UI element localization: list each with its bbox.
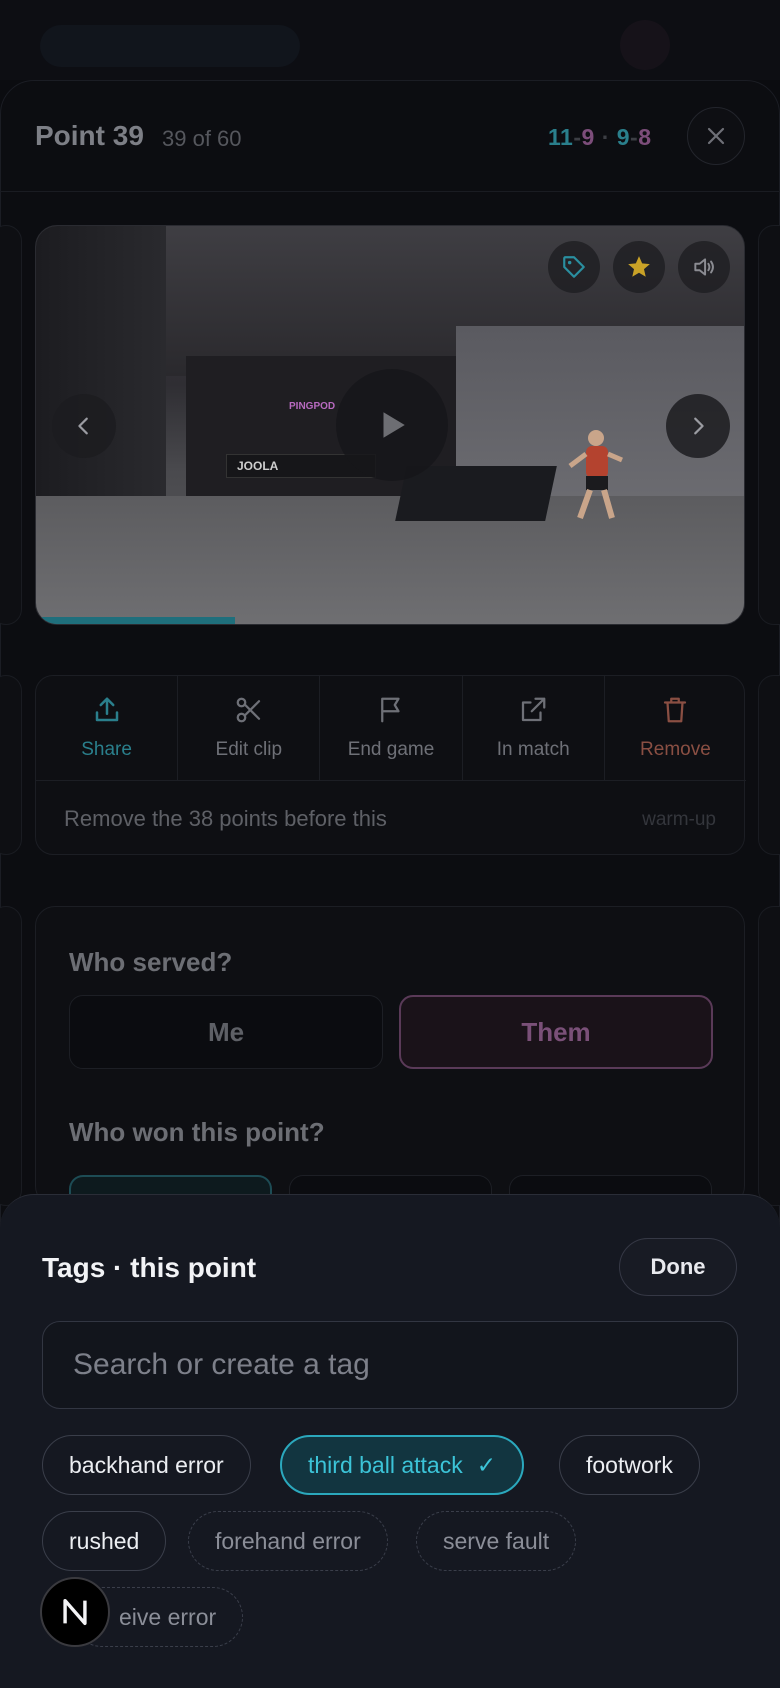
tag-chip-forehand-error[interactable]: forehand error <box>188 1511 388 1571</box>
tag-chip-third-ball-attack[interactable]: third ball attack ✓ <box>280 1435 524 1495</box>
next-point-peek <box>758 225 780 625</box>
video-sign: PINGPOD <box>289 401 336 412</box>
blurred-avatar <box>620 20 670 70</box>
point-video[interactable]: PINGPOD JOOLA <box>35 225 745 625</box>
prev-form-peek <box>0 906 22 1206</box>
score-game2-me: 9 <box>616 124 631 150</box>
served-me-option[interactable]: Me <box>69 995 383 1069</box>
trash-icon <box>664 697 687 723</box>
app-badge[interactable] <box>40 1577 110 1647</box>
warm-up-tag: warm-up <box>642 809 716 830</box>
tags-sheet: Tags · this point Done backhand error th… <box>0 1194 780 1688</box>
prev-actions-peek <box>0 675 22 855</box>
n-logo-icon <box>63 1598 87 1626</box>
external-link-icon <box>522 697 546 722</box>
video-progress-fill <box>36 617 235 624</box>
remove-button[interactable]: Remove <box>605 676 746 780</box>
favorite-button[interactable] <box>613 241 665 293</box>
chevron-right-icon <box>694 417 704 435</box>
tag-button[interactable] <box>548 241 600 293</box>
tags-sheet-title: Tags · this point <box>42 1252 257 1283</box>
in-match-button[interactable]: In match <box>463 676 605 780</box>
point-position: 39 of 60 <box>162 126 242 151</box>
remove-label: Remove <box>640 739 711 760</box>
share-button[interactable]: Share <box>36 676 179 780</box>
tag-icon <box>563 256 585 278</box>
close-button[interactable] <box>687 107 745 165</box>
ping-pong-table <box>395 466 557 521</box>
play-icon <box>383 412 405 438</box>
done-button[interactable]: Done <box>619 1238 737 1296</box>
share-icon <box>95 697 118 722</box>
score-game2-them: 8 <box>638 124 652 150</box>
player-figure <box>568 430 623 520</box>
previous-point-button[interactable] <box>52 394 116 458</box>
close-icon <box>707 127 725 145</box>
tag-chip-serve-fault[interactable]: serve fault <box>416 1511 577 1571</box>
end-game-label: End game <box>347 739 435 760</box>
video-floor <box>36 496 744 624</box>
tag-chip-rushed[interactable]: rushed <box>42 1511 167 1571</box>
next-form-peek <box>758 906 780 1206</box>
point-header: Point 39 39 of 60 11-9 · 9-8 <box>0 80 780 192</box>
volume-icon <box>694 258 714 276</box>
next-actions-peek <box>758 675 780 855</box>
action-row: Share Edit clip End game In match Remove <box>36 676 746 781</box>
tag-chip-label: third ball attack <box>308 1451 463 1478</box>
star-icon <box>628 256 650 277</box>
tag-chip-footwork[interactable]: footwork <box>559 1435 700 1495</box>
flag-icon <box>381 697 400 723</box>
check-icon: ✓ <box>476 1451 496 1478</box>
scissors-icon <box>236 697 260 723</box>
remove-earlier-points-button[interactable]: Remove the 38 points before this <box>64 806 387 832</box>
next-point-button[interactable] <box>666 394 730 458</box>
edit-clip-label: Edit clip <box>215 739 283 760</box>
edit-clip-button[interactable]: Edit clip <box>178 676 321 780</box>
in-match-label: In match <box>496 739 570 760</box>
score-game1-them: 9 <box>581 124 595 150</box>
served-them-option[interactable]: Them <box>399 995 713 1069</box>
page-title: Point 39 <box>35 120 144 151</box>
served-question: Who served? <box>69 947 233 977</box>
game-score: 11-9 · 9-8 <box>548 124 652 150</box>
video-progress-track[interactable] <box>36 617 744 624</box>
score-game1-me: 11 <box>548 124 574 150</box>
tag-chip-backhand-error[interactable]: backhand error <box>42 1435 251 1495</box>
top-bar-backdrop <box>0 0 780 80</box>
volume-button[interactable] <box>678 241 730 293</box>
tag-search-input[interactable] <box>42 1321 738 1409</box>
chevron-left-icon <box>78 417 88 435</box>
point-actions-card: Share Edit clip End game In match Remove… <box>35 675 746 855</box>
won-question: Who won this point? <box>69 1117 325 1147</box>
share-label: Share <box>81 739 132 760</box>
prev-point-peek <box>0 225 22 625</box>
blurred-pill <box>40 25 300 67</box>
end-game-button[interactable]: End game <box>320 676 463 780</box>
point-outcome-form: Who served? Me Them Who won this point? <box>35 906 745 1215</box>
play-button[interactable] <box>336 369 448 481</box>
score-separator: · <box>601 124 610 150</box>
